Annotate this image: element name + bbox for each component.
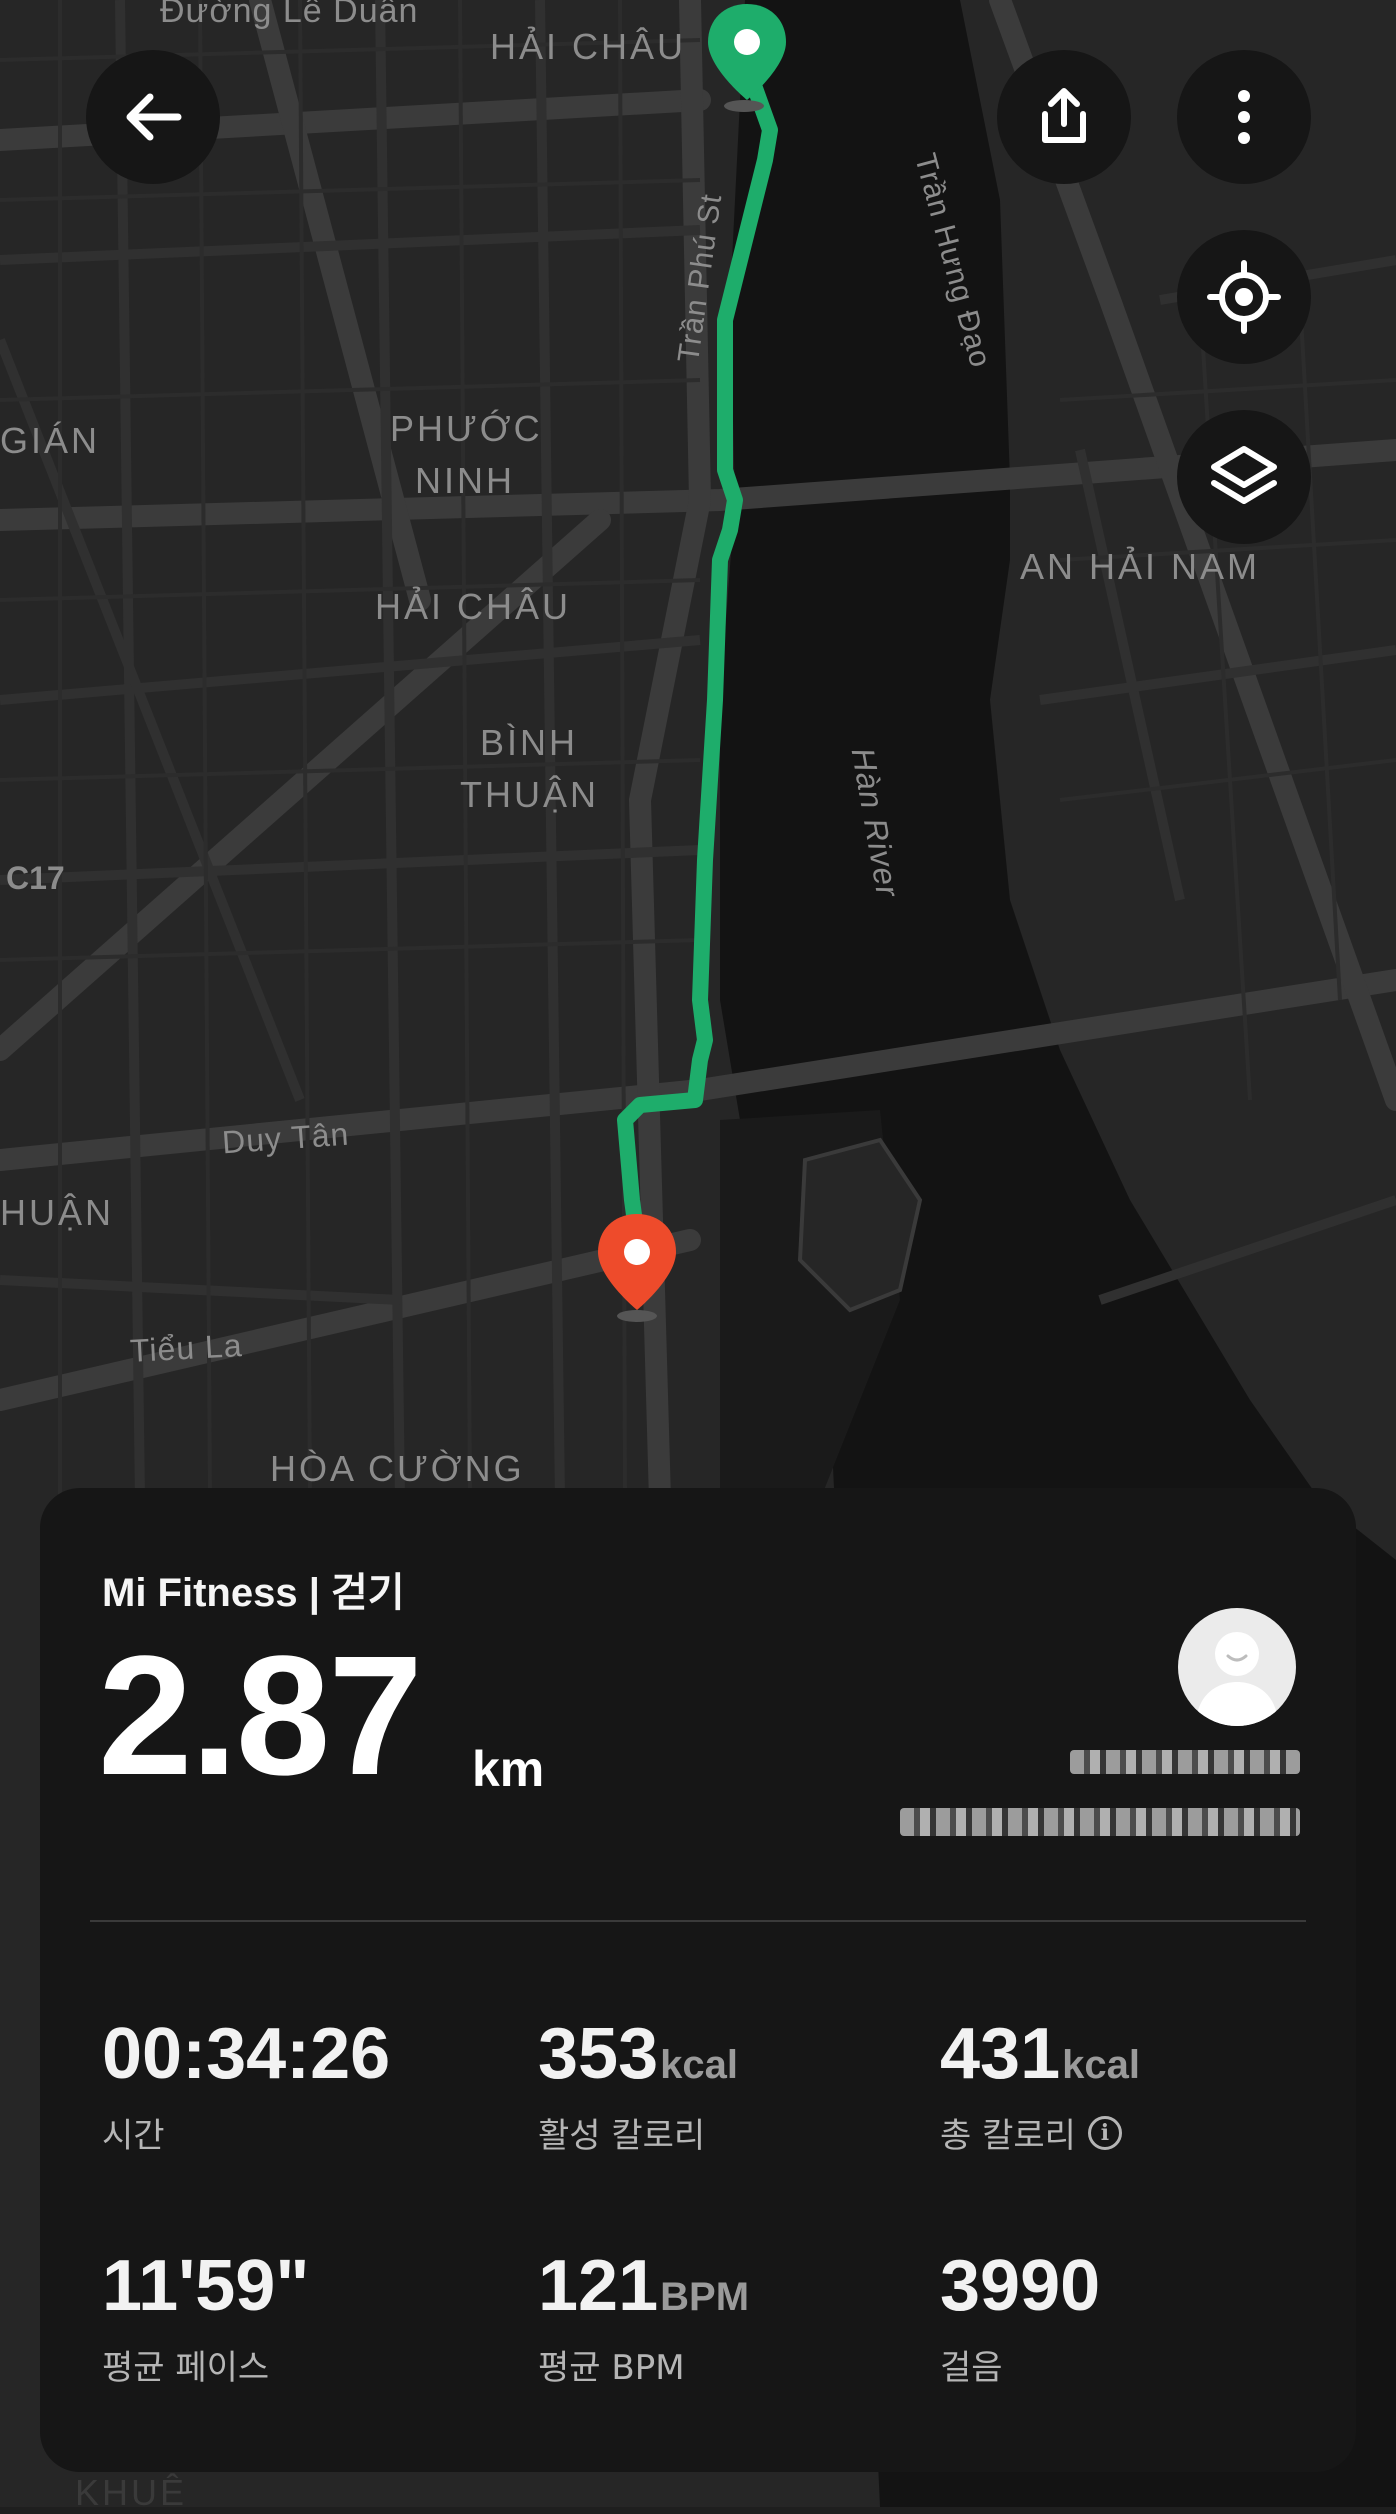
avatar[interactable]: [1178, 1608, 1296, 1726]
stat-duration: 00:34:26 시간: [102, 2018, 390, 2157]
divider: [90, 1920, 1306, 1922]
redacted-text: [1070, 1750, 1300, 1774]
map-label: Đường Lê Duẩn: [160, 0, 419, 30]
app-title: Mi Fitness | 걷기: [102, 1571, 405, 1615]
back-button[interactable]: [86, 50, 220, 184]
stat-value: 3990: [940, 2246, 1101, 2326]
back-arrow-icon: [126, 93, 182, 141]
stat-unit: kcal: [660, 2043, 738, 2087]
map-layers-button[interactable]: [1177, 410, 1311, 544]
stat-label: 걸음: [940, 2348, 1003, 2388]
locate-button[interactable]: [1177, 230, 1311, 364]
stat-label: 평균 페이스: [102, 2348, 270, 2388]
map-label: NINH: [415, 460, 515, 501]
end-marker[interactable]: [592, 1210, 682, 1326]
stat-value: 121: [538, 2246, 659, 2326]
stat-value: 00:34:26: [102, 2014, 391, 2094]
stat-average-bpm: 121BPM 평균 BPM: [538, 2250, 749, 2389]
map-label: HUẬN: [0, 1192, 115, 1233]
distance-value: 2.87: [98, 1621, 423, 1811]
stat-total-calories: 431kcal 총 칼로리 i: [940, 2018, 1140, 2157]
more-vertical-icon: [1238, 90, 1250, 144]
stat-value: 431: [940, 2014, 1061, 2094]
more-options-button[interactable]: [1177, 50, 1311, 184]
map-label: THUẬN: [460, 774, 599, 815]
stat-unit: kcal: [1062, 2043, 1140, 2087]
map-label: PHƯỚC: [390, 408, 543, 449]
map-label: KHUÊ: [75, 2472, 188, 2513]
stat-label: 활성 칼로리: [538, 2116, 706, 2156]
share-button[interactable]: [997, 50, 1131, 184]
locate-icon: [1207, 260, 1281, 334]
stat-active-calories: 353kcal 활성 칼로리: [538, 2018, 738, 2157]
start-marker[interactable]: [702, 0, 792, 116]
stat-label: 시간: [102, 2116, 165, 2156]
stat-label: 총 칼로리: [940, 2116, 1076, 2156]
stat-value: 353: [538, 2014, 659, 2094]
user-avatar-icon: [1196, 1632, 1278, 1726]
workout-summary-card: Mi Fitness | 걷기 2.87 km 00:34:26 시간 353k…: [40, 1488, 1356, 2472]
info-icon[interactable]: i: [1087, 2115, 1122, 2150]
stat-average-pace: 11'59" 평균 페이스: [102, 2250, 309, 2389]
map-label: GIÁN: [0, 420, 101, 461]
redacted-text: [900, 1808, 1300, 1836]
share-icon: [1042, 88, 1086, 143]
map-label: HẢI CHÂU: [490, 26, 687, 67]
layers-icon: [1211, 446, 1277, 504]
map-label: BÌNH: [480, 722, 579, 763]
stat-unit: BPM: [660, 2275, 750, 2319]
map-label: AN HẢI NAM: [1020, 546, 1261, 587]
distance-unit: km: [472, 1741, 545, 1797]
stat-value: 11'59": [102, 2246, 310, 2326]
map-label: C17: [6, 860, 65, 896]
map-label: HÒA CƯỜNG: [270, 1448, 525, 1489]
map-label: HẢI CHÂU: [375, 586, 572, 627]
stat-label: 평균 BPM: [538, 2348, 685, 2388]
map-label: Tiểu La: [129, 1327, 244, 1369]
stat-steps: 3990 걸음: [940, 2250, 1100, 2389]
